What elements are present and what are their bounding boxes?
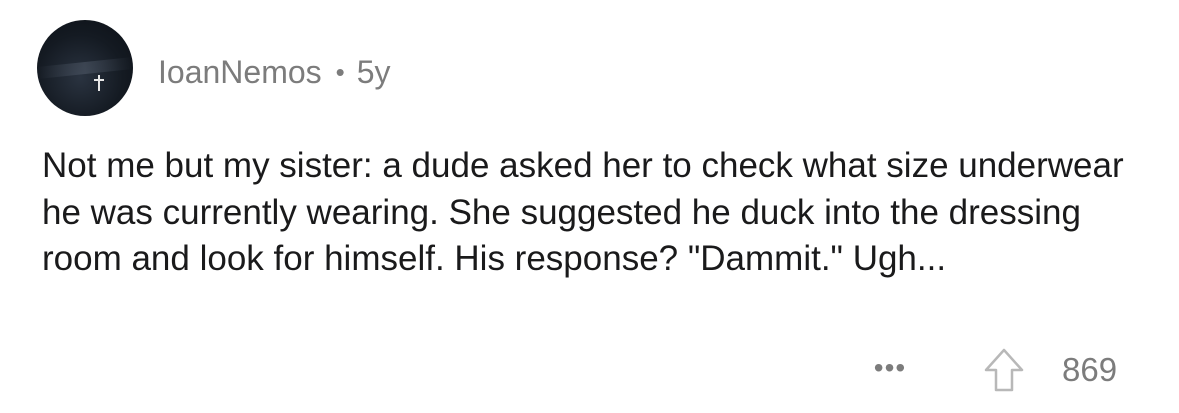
upvote-button[interactable] — [980, 346, 1028, 394]
avatar[interactable] — [37, 20, 133, 116]
comment-card: IoanNemos • 5y Not me but my sister: a dud… — [0, 0, 1179, 413]
more-options-button[interactable]: ••• — [868, 348, 912, 388]
avatar-landscape — [37, 57, 133, 79]
vote-score: 869 — [1062, 351, 1118, 388]
comment-body: Not me but my sister: a dude asked her t… — [42, 146, 1124, 278]
comment-meta: IoanNemos • 5y — [158, 52, 391, 92]
cross-icon — [93, 75, 105, 91]
meta-separator: • — [335, 57, 345, 87]
upvote-arrow-icon — [984, 348, 1024, 392]
author-name[interactable]: IoanNemos — [158, 54, 322, 90]
comment-age: 5y — [356, 54, 391, 90]
